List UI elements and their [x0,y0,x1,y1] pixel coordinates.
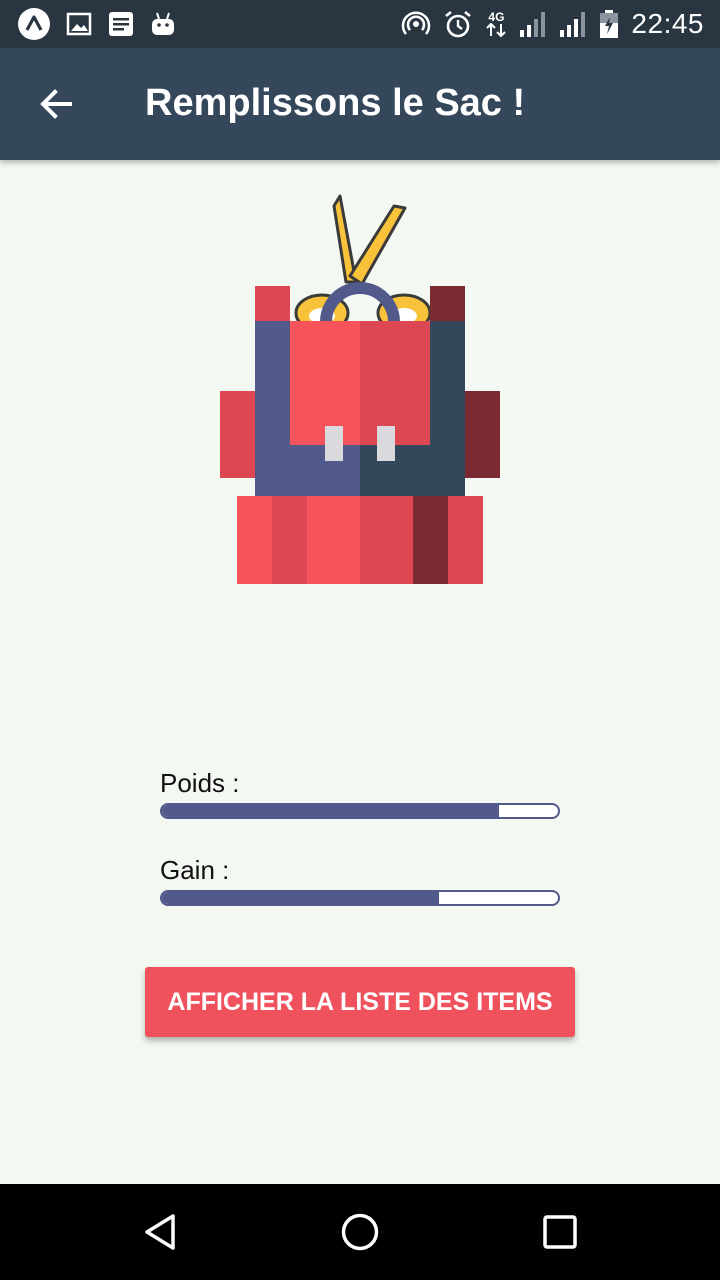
gain-metric: Gain : [160,854,560,906]
weight-progress-bar [160,803,560,819]
nav-back-button[interactable] [132,1204,188,1260]
status-bar: 4G 22:45 [0,0,720,48]
home-circle-icon [341,1213,379,1251]
status-bar-system: 4G 22:45 [401,8,704,40]
nav-recents-button[interactable] [532,1204,588,1260]
recents-square-icon [543,1215,577,1249]
network-type-label: 4G [488,10,505,24]
backpack-illustration [210,190,510,590]
weight-metric: Poids : [160,767,560,819]
arrow-left-icon [40,89,72,119]
hotspot-icon [401,9,431,39]
show-items-button[interactable]: AFFICHER LA LISTE DES ITEMS [145,967,575,1037]
expo-icon [18,8,50,40]
backpack-icon [220,194,500,584]
status-bar-notifications [18,8,176,40]
gain-progress-bar [160,890,560,906]
weight-label: Poids : [160,768,240,798]
document-icon [108,11,134,37]
signal-icon [519,10,547,38]
signal-icon [559,10,587,38]
weight-progress-fill [162,805,499,817]
alarm-icon [443,9,473,39]
gain-progress-fill [162,892,440,904]
battery-icon [599,9,619,39]
back-triangle-icon [145,1214,175,1250]
status-time: 22:45 [631,8,704,39]
navigation-bar [0,1184,720,1280]
network-4g-icon: 4G [485,11,507,37]
image-icon [66,11,92,37]
app-bar: Remplissons le Sac ! [0,48,720,160]
page-title: Remplissons le Sac ! [145,82,526,124]
gain-label: Gain : [160,855,230,885]
android-icon [150,11,176,37]
nav-home-button[interactable] [332,1204,388,1260]
back-button[interactable] [24,72,88,136]
